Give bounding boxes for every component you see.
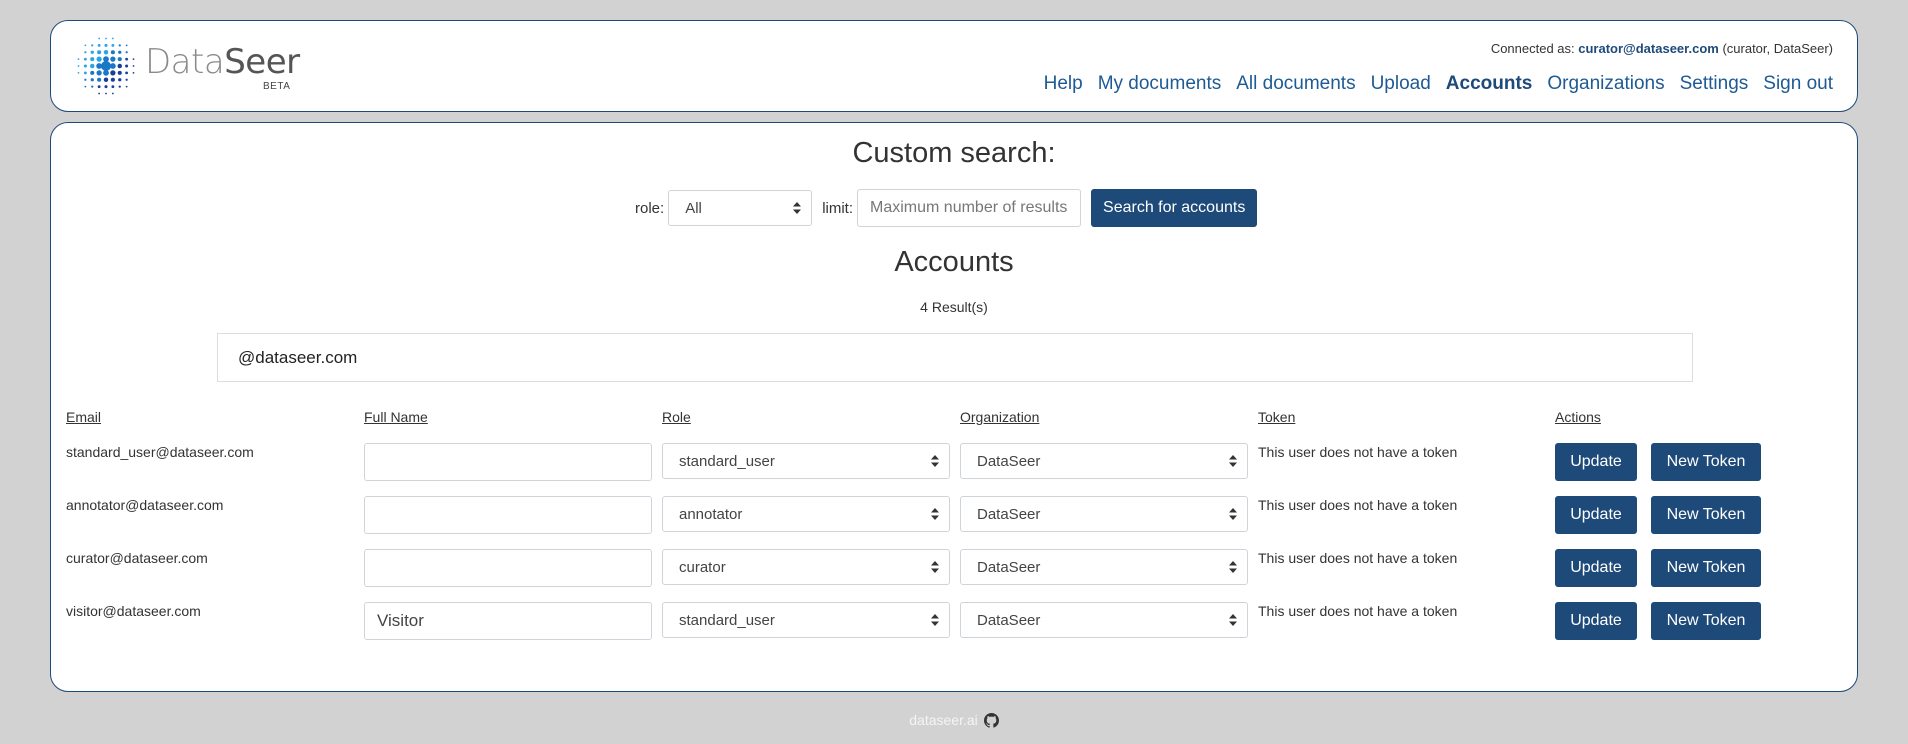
update-button[interactable]: Update — [1555, 602, 1637, 640]
row-token-status: This user does not have a token — [1258, 444, 1458, 460]
limit-input[interactable] — [857, 189, 1082, 227]
full-name-input[interactable] — [364, 443, 652, 481]
full-name-input[interactable] — [364, 602, 652, 640]
nav-upload[interactable]: Upload — [1371, 73, 1431, 95]
connected-suffix: (curator, DataSeer) — [1718, 41, 1833, 56]
github-icon[interactable] — [983, 712, 999, 728]
row-email: standard_user@dataseer.com — [66, 444, 254, 460]
update-button[interactable]: Update — [1555, 443, 1637, 481]
select-arrows-icon — [1229, 508, 1237, 520]
row-email: curator@dataseer.com — [66, 550, 208, 566]
accounts-filter-value: @dataseer.com — [238, 347, 358, 367]
footer-link[interactable]: dataseer.ai — [909, 712, 978, 728]
role-label: role: — [635, 199, 665, 217]
nav-my-documents[interactable]: My documents — [1098, 73, 1222, 95]
organization-select[interactable]: DataSeer — [960, 549, 1248, 585]
table-row: curator@dataseer.com curator DataSeer Th… — [51, 549, 1857, 589]
main-panel: Custom search: role: All limit: Search f… — [50, 122, 1858, 692]
connected-user: curator@dataseer.com — [1578, 41, 1719, 56]
row-token-status: This user does not have a token — [1258, 550, 1458, 566]
col-header-full-name[interactable]: Full Name — [364, 409, 428, 425]
organization-select-value: DataSeer — [977, 558, 1041, 576]
role-filter-value: All — [685, 199, 702, 217]
update-button[interactable]: Update — [1555, 496, 1637, 534]
row-email: annotator@dataseer.com — [66, 497, 224, 513]
organization-select[interactable]: DataSeer — [960, 443, 1248, 479]
select-arrows-icon — [793, 202, 802, 214]
select-arrows-icon — [931, 508, 939, 520]
nav-organizations[interactable]: Organizations — [1547, 73, 1664, 95]
update-button[interactable]: Update — [1555, 549, 1637, 587]
full-name-input[interactable] — [364, 496, 652, 534]
organization-select[interactable]: DataSeer — [960, 602, 1248, 638]
accounts-title: Accounts — [894, 246, 1014, 278]
select-arrows-icon — [931, 455, 939, 467]
select-arrows-icon — [1229, 455, 1237, 467]
col-header-email[interactable]: Email — [66, 409, 101, 425]
beta-badge: BETA — [263, 81, 291, 92]
row-token-status: This user does not have a token — [1258, 497, 1458, 513]
search-form: role: All limit: Search for accounts — [635, 189, 1258, 227]
table-row: annotator@dataseer.com annotator DataSee… — [51, 496, 1857, 536]
accounts-filter-input[interactable]: @dataseer.com — [217, 333, 1693, 382]
role-select-value: standard_user — [679, 452, 775, 470]
main-nav: Help My documents All documents Upload A… — [1044, 73, 1833, 95]
table-row: visitor@dataseer.com standard_user DataS… — [51, 602, 1857, 642]
connected-prefix: Connected as: — [1490, 41, 1579, 56]
col-header-actions[interactable]: Actions — [1555, 409, 1601, 425]
results-count: 4 Result(s) — [920, 299, 988, 315]
new-token-button[interactable]: New Token — [1651, 549, 1761, 587]
select-arrows-icon — [931, 614, 939, 626]
role-select[interactable]: curator — [662, 549, 950, 585]
limit-label: limit: — [822, 199, 854, 217]
role-filter-select[interactable]: All — [668, 190, 813, 226]
header-panel: DataSeer BETA Connected as: curator@data… — [50, 20, 1858, 112]
new-token-button[interactable]: New Token — [1651, 443, 1761, 481]
row-email: visitor@dataseer.com — [66, 603, 201, 619]
table-row: standard_user@dataseer.com standard_user… — [51, 443, 1857, 483]
search-accounts-button[interactable]: Search for accounts — [1091, 189, 1258, 227]
logo-wordmark: DataSeer — [145, 45, 300, 79]
nav-help[interactable]: Help — [1044, 73, 1083, 95]
col-header-token[interactable]: Token — [1258, 409, 1295, 425]
search-title: Custom search: — [852, 137, 1056, 169]
dataseer-logo-mark-icon — [77, 37, 135, 95]
nav-accounts[interactable]: Accounts — [1446, 73, 1533, 95]
role-select-value: curator — [679, 558, 726, 576]
nav-all-documents[interactable]: All documents — [1236, 73, 1355, 95]
role-select[interactable]: annotator — [662, 496, 950, 532]
logo-text: DataSeer BETA — [145, 35, 305, 97]
row-token-status: This user does not have a token — [1258, 603, 1458, 619]
role-select[interactable]: standard_user — [662, 443, 950, 479]
connected-as: Connected as: curator@dataseer.com (cura… — [1491, 41, 1833, 56]
select-arrows-icon — [931, 561, 939, 573]
nav-settings[interactable]: Settings — [1680, 73, 1749, 95]
organization-select-value: DataSeer — [977, 452, 1041, 470]
new-token-button[interactable]: New Token — [1651, 496, 1761, 534]
role-select-value: annotator — [679, 505, 743, 523]
organization-select[interactable]: DataSeer — [960, 496, 1248, 532]
full-name-input[interactable] — [364, 549, 652, 587]
organization-select-value: DataSeer — [977, 611, 1041, 629]
logo-word-data: Data — [145, 42, 225, 82]
role-select[interactable]: standard_user — [662, 602, 950, 638]
role-select-value: standard_user — [679, 611, 775, 629]
new-token-button[interactable]: New Token — [1651, 602, 1761, 640]
nav-sign-out[interactable]: Sign out — [1763, 73, 1833, 95]
dataseer-logo[interactable]: DataSeer BETA — [75, 35, 305, 97]
col-header-organization[interactable]: Organization — [960, 409, 1039, 425]
footer: dataseer.ai — [0, 712, 1908, 728]
select-arrows-icon — [1229, 561, 1237, 573]
col-header-role[interactable]: Role — [662, 409, 691, 425]
organization-select-value: DataSeer — [977, 505, 1041, 523]
select-arrows-icon — [1229, 614, 1237, 626]
logo-word-seer: Seer — [224, 42, 300, 82]
